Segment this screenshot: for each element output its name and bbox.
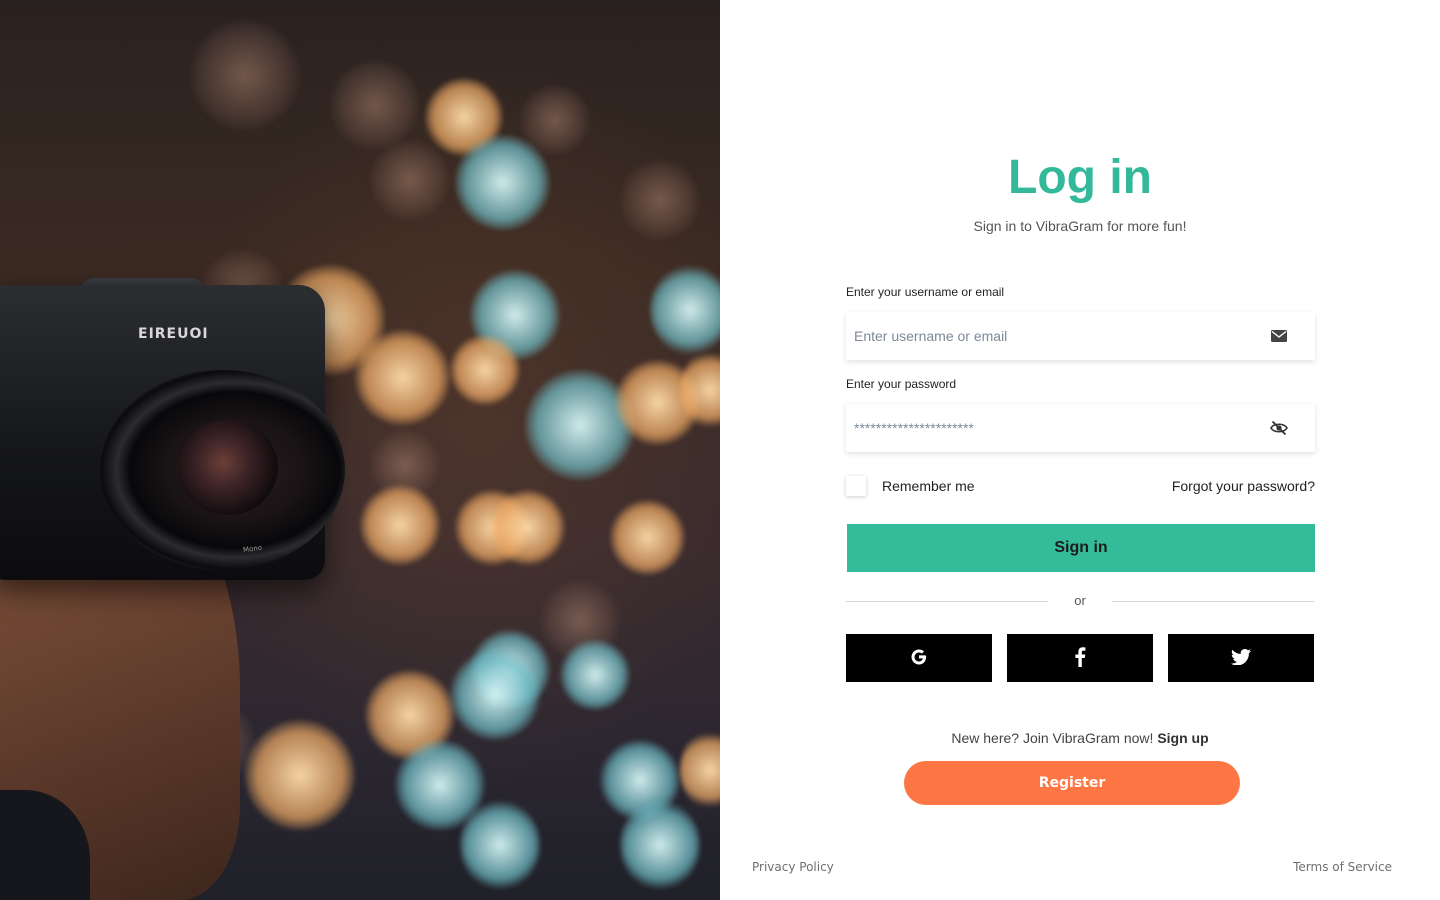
signup-prompt-text: New here? Join VibraGram now! [951, 730, 1154, 746]
google-login-button[interactable] [846, 634, 992, 682]
terms-of-service-link[interactable]: Terms of Service [1293, 860, 1392, 874]
bokeh-light [360, 485, 440, 565]
bokeh-light [455, 135, 550, 230]
bokeh-light [610, 500, 685, 575]
camera-brand-text: EIREUOI [138, 326, 209, 342]
facebook-icon [1074, 646, 1086, 670]
divider-or: or [1074, 593, 1086, 608]
page-subtitle: Sign in to VibraGram for more fun! [973, 218, 1187, 234]
privacy-policy-link[interactable]: Privacy Policy [752, 860, 834, 874]
bokeh-light [245, 720, 355, 830]
twitter-icon [1231, 648, 1251, 668]
divider-right [1112, 601, 1314, 602]
bokeh-light [355, 330, 450, 425]
sign-in-button[interactable]: Sign in [847, 524, 1315, 572]
username-input[interactable] [854, 328, 1267, 344]
bokeh-light [190, 20, 300, 130]
page-title: Log in [1008, 151, 1152, 204]
bokeh-light [490, 490, 565, 565]
password-label: Enter your password [846, 377, 957, 391]
remember-me-label: Remember me [882, 478, 975, 494]
password-field-container [846, 404, 1315, 452]
bokeh-light [620, 800, 700, 890]
google-icon [910, 648, 928, 669]
bokeh-light [650, 265, 720, 355]
eye-slash-icon[interactable] [1267, 416, 1291, 440]
username-label: Enter your username or email [846, 285, 1005, 299]
hero-photo: EIREUOI Mono [0, 0, 720, 900]
username-field-container [846, 312, 1315, 360]
twitter-login-button[interactable] [1168, 634, 1314, 682]
login-panel: Log in Sign in to VibraGram for more fun… [720, 0, 1440, 900]
forgot-password-link[interactable]: Forgot your password? [1172, 478, 1315, 494]
register-button[interactable]: Register [904, 761, 1240, 805]
signup-prompt: New here? Join VibraGram now! Sign up [720, 730, 1440, 746]
bokeh-light [370, 140, 450, 220]
remember-me: Remember me [846, 476, 975, 496]
bokeh-light [460, 800, 540, 890]
remember-row: Remember me Forgot your password? [846, 474, 1315, 498]
envelope-icon [1267, 324, 1291, 348]
bokeh-light [450, 650, 540, 740]
bokeh-light [560, 640, 630, 710]
bokeh-light [680, 730, 720, 810]
remember-me-checkbox[interactable] [846, 476, 866, 496]
bokeh-light [620, 160, 700, 240]
camera-lens-glass [178, 420, 278, 515]
bokeh-light [450, 335, 520, 405]
sign-up-link[interactable]: Sign up [1157, 730, 1208, 746]
facebook-login-button[interactable] [1007, 634, 1153, 682]
password-input[interactable] [854, 420, 1267, 436]
bokeh-light [330, 60, 420, 150]
